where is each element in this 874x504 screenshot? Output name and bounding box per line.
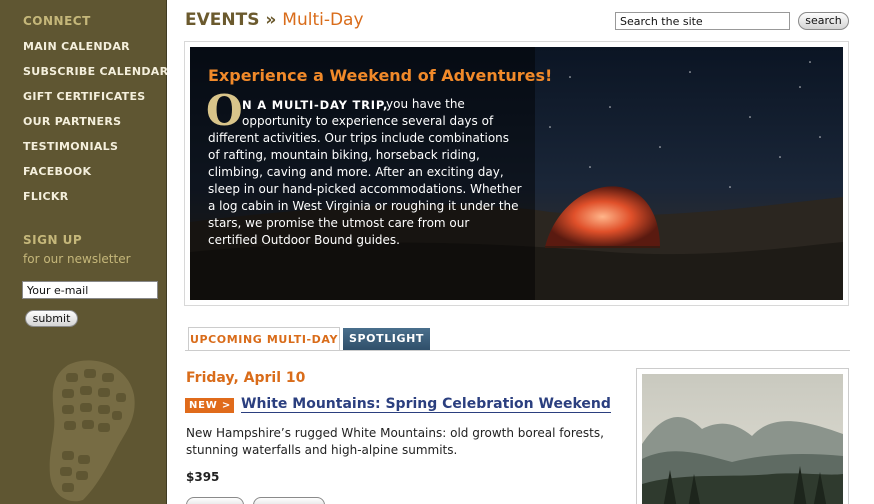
nav-main-calendar[interactable]: MAIN CALENDAR	[23, 40, 130, 53]
boot-print-icon	[49, 360, 135, 502]
hero-line: opportunity to experience several days o…	[242, 114, 494, 128]
nav-flickr[interactable]: FLICKR	[23, 190, 68, 203]
hero-frame: Experience a Weekend of Adventures! O N …	[184, 41, 849, 306]
hero-line: climbing, caving and more. After an exci…	[208, 165, 504, 179]
tab-divider	[185, 350, 850, 351]
signup-subtext: for our newsletter	[23, 252, 131, 266]
hero-line: certified Outdoor Bound guides.	[208, 233, 400, 247]
hero-banner: Experience a Weekend of Adventures! O N …	[190, 47, 843, 300]
signup-heading: SIGN UP	[23, 233, 83, 247]
page-title: EVENTS » Multi-Day	[185, 10, 364, 30]
hero-heading: Experience a Weekend of Adventures!	[208, 66, 553, 85]
event-description: stunning waterfalls and high-alpine summ…	[186, 443, 458, 457]
hero-line: of rafting, mountain biking, horseback r…	[208, 148, 480, 162]
event-title-link[interactable]: White Mountains: Spring Celebration Week…	[241, 396, 611, 413]
hero-line: a log cabin in West Virginia or roughing…	[208, 199, 519, 213]
event-action-button[interactable]	[253, 497, 325, 504]
hero-lead: N A MULTI-DAY TRIP,	[242, 98, 389, 112]
new-badge: NEW >	[185, 398, 234, 413]
mountain-photo[interactable]	[642, 374, 843, 504]
title-separator: »	[265, 10, 277, 30]
hero-line: you have the	[386, 97, 465, 111]
nav-gift-certificates[interactable]: GIFT CERTIFICATES	[23, 90, 146, 103]
hero-dropcap: O	[206, 86, 243, 135]
email-field[interactable]	[22, 281, 158, 299]
search-input[interactable]	[615, 12, 790, 30]
search-button[interactable]: search	[798, 12, 849, 30]
nav-testimonials[interactable]: TESTIMONIALS	[23, 140, 118, 153]
tab-spotlight[interactable]: SPOTLIGHT	[343, 328, 430, 350]
tab-upcoming-multi-day[interactable]: UPCOMING MULTI-DAY	[188, 327, 340, 351]
event-price: $395	[186, 470, 220, 484]
nav-facebook[interactable]: FACEBOOK	[23, 165, 91, 178]
submit-button[interactable]: submit	[25, 310, 78, 327]
event-date: Friday, April 10	[186, 370, 306, 386]
event-thumbnail-frame	[636, 368, 849, 504]
sidebar: CONNECT MAIN CALENDAR SUBSCRIBE CALENDAR…	[0, 0, 167, 504]
nav-subscribe-calendar[interactable]: SUBSCRIBE CALENDAR	[23, 65, 167, 78]
hero-line: sleep in our hand-picked accommodations.…	[208, 182, 522, 196]
event-description: New Hampshire’s rugged White Mountains: …	[186, 426, 604, 440]
hero-line: stars, we promise the utmost care from o…	[208, 216, 470, 230]
hero-line: different activities. Our trips include …	[208, 131, 510, 145]
nav-our-partners[interactable]: OUR PARTNERS	[23, 115, 121, 128]
title-section: EVENTS	[185, 10, 260, 30]
title-subsection: Multi-Day	[282, 10, 364, 30]
connect-heading: CONNECT	[23, 14, 91, 28]
event-action-button[interactable]	[186, 497, 244, 504]
